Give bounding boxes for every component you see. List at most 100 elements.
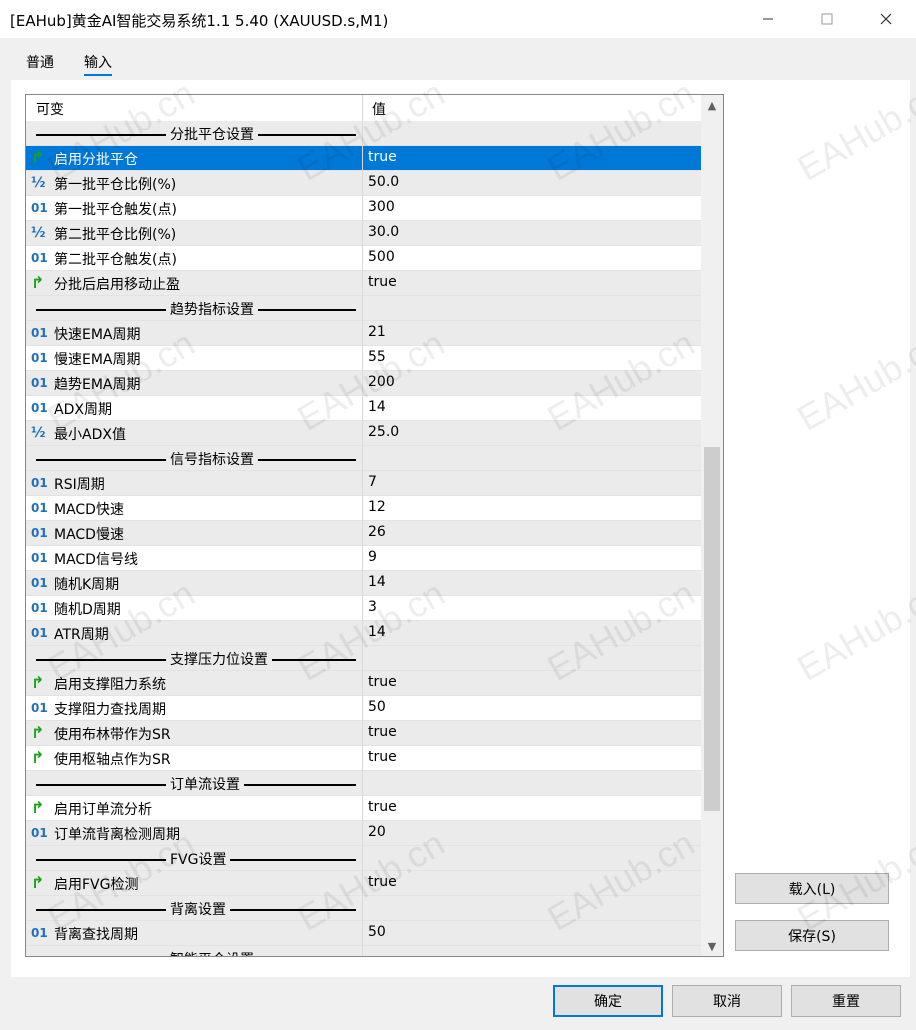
param-value[interactable]: 14 [368, 574, 386, 590]
section-row[interactable]: 支撑压力位设置... [26, 646, 701, 671]
ok-button[interactable]: 确定 [553, 985, 663, 1017]
param-row[interactable]: 01 MACD快速 12 [26, 496, 701, 521]
save-button[interactable]: 保存(S) [735, 920, 889, 951]
param-row[interactable]: 01 RSI周期 7 [26, 471, 701, 496]
tab-general[interactable]: 普通 [26, 52, 54, 72]
close-button[interactable] [856, 0, 916, 38]
minimize-button[interactable] [738, 0, 798, 38]
param-row[interactable]: ↱ 使用布林带作为SR true [26, 721, 701, 746]
scrollbar-thumb[interactable] [704, 447, 720, 811]
param-row[interactable]: ↱ 启用FVG检测 true [26, 871, 701, 896]
param-name: 启用支撑阻力系统 [54, 677, 166, 693]
param-row[interactable]: 01 订单流背离检测周期 20 [26, 821, 701, 846]
inputs-grid: 可变 值 分批平仓设置... ↱ 启用分批平仓 true ½ 第一批平仓比例(%) 50.0… [25, 94, 724, 957]
param-value[interactable]: 50 [368, 924, 386, 940]
header-value[interactable]: 值 [372, 99, 386, 119]
section-row[interactable]: 订单流设置... [26, 771, 701, 796]
param-value[interactable]: true [368, 724, 397, 740]
header-variable[interactable]: 可变 [36, 99, 64, 119]
param-value[interactable]: 14 [368, 624, 386, 640]
section-row[interactable]: 信号指标设置... [26, 446, 701, 471]
param-row[interactable]: ↱ 启用订单流分析 true [26, 796, 701, 821]
param-value[interactable]: 55 [368, 349, 386, 365]
param-row[interactable]: 01 第二批平仓触发(点) 500 [26, 246, 701, 271]
scroll-down-button[interactable]: ▼ [701, 936, 723, 956]
param-value[interactable]: 25.0 [368, 424, 399, 440]
section-row[interactable]: 分批平仓设置... [26, 121, 701, 146]
param-value[interactable]: 500 [368, 249, 395, 265]
section-row[interactable]: FVG设置... [26, 846, 701, 871]
param-row[interactable]: ↱ 启用分批平仓 true [26, 146, 701, 171]
param-value[interactable]: 200 [368, 374, 395, 390]
section-row[interactable]: 背离设置... [26, 896, 701, 921]
bool-type-icon: ↱ [31, 673, 45, 692]
vertical-scrollbar[interactable]: ▲ ▼ [701, 95, 723, 956]
section-label: 背离设置... [32, 899, 356, 919]
int-type-icon: 01 [31, 251, 48, 265]
param-value[interactable]: 50 [368, 699, 386, 715]
param-row[interactable]: 01 MACD慢速 26 [26, 521, 701, 546]
param-row[interactable]: ½ 第二批平仓比例(%) 30.0 [26, 221, 701, 246]
param-value[interactable]: true [368, 149, 397, 165]
param-row[interactable]: 01 ADX周期 14 [26, 396, 701, 421]
int-type-icon: 01 [31, 201, 48, 215]
scroll-up-button[interactable]: ▲ [701, 95, 723, 115]
int-type-icon: 01 [31, 701, 48, 715]
param-name: MACD慢速 [54, 527, 124, 543]
param-row[interactable]: 01 随机K周期 14 [26, 571, 701, 596]
param-row[interactable]: 01 快速EMA周期 21 [26, 321, 701, 346]
param-value[interactable]: 3 [368, 599, 377, 615]
section-rule [36, 659, 166, 661]
param-row[interactable]: ↱ 启用支撑阻力系统 true [26, 671, 701, 696]
tab-inputs[interactable]: 输入 [84, 52, 112, 76]
param-value[interactable]: true [368, 749, 397, 765]
title-bar: [EAHub]黄金AI智能交易系统1.1 5.40 (XAUUSD.s,M1) [0, 0, 916, 38]
param-value[interactable]: 20 [368, 824, 386, 840]
param-row[interactable]: ½ 第一批平仓比例(%) 50.0 [26, 171, 701, 196]
param-row[interactable]: 01 随机D周期 3 [26, 596, 701, 621]
int-type-icon: 01 [31, 401, 48, 415]
param-name: 最小ADX值 [54, 427, 126, 443]
param-row[interactable]: 01 MACD信号线 9 [26, 546, 701, 571]
param-value[interactable]: 7 [368, 474, 377, 490]
int-type-icon: 01 [31, 476, 48, 490]
param-value[interactable]: true [368, 274, 397, 290]
section-row[interactable]: 智能平仓设置... [26, 946, 701, 956]
param-value[interactable]: 12 [368, 499, 386, 515]
param-value[interactable]: true [368, 674, 397, 690]
param-row[interactable]: ↱ 使用枢轴点作为SR true [26, 746, 701, 771]
bool-type-icon: ↱ [31, 748, 45, 767]
column-separator[interactable] [362, 95, 363, 956]
param-value[interactable]: 21 [368, 324, 386, 340]
param-name: 第二批平仓比例(%) [54, 227, 177, 243]
section-label: FVG设置... [32, 849, 356, 869]
param-row[interactable]: 01 支撑阻力查找周期 50 [26, 696, 701, 721]
int-type-icon: 01 [31, 601, 48, 615]
param-value[interactable]: 300 [368, 199, 395, 215]
param-row[interactable]: 01 趋势EMA周期 200 [26, 371, 701, 396]
param-row[interactable]: ↱ 分批后启用移动止盈 true [26, 271, 701, 296]
load-button[interactable]: 载入(L) [735, 873, 889, 904]
param-row[interactable]: 01 慢速EMA周期 55 [26, 346, 701, 371]
window-title: [EAHub]黄金AI智能交易系统1.1 5.40 (XAUUSD.s,M1) [10, 12, 389, 30]
param-value[interactable]: true [368, 799, 397, 815]
close-icon [880, 13, 892, 25]
param-value[interactable]: 26 [368, 524, 386, 540]
param-row[interactable]: 01 第一批平仓触发(点) 300 [26, 196, 701, 221]
section-row[interactable]: 趋势指标设置... [26, 296, 701, 321]
maximize-button[interactable] [797, 0, 857, 38]
reset-button[interactable]: 重置 [791, 985, 901, 1017]
param-value[interactable]: 50.0 [368, 174, 399, 190]
param-value[interactable]: 14 [368, 399, 386, 415]
param-row[interactable]: 01 背离查找周期 50 [26, 921, 701, 946]
section-rule [36, 134, 166, 136]
section-rule [36, 459, 166, 461]
param-name: 使用布林带作为SR [54, 727, 171, 743]
cancel-button[interactable]: 取消 [672, 985, 782, 1017]
param-row[interactable]: ½ 最小ADX值 25.0 [26, 421, 701, 446]
param-row[interactable]: 01 ATR周期 14 [26, 621, 701, 646]
param-name: 慢速EMA周期 [54, 352, 141, 368]
param-value[interactable]: true [368, 874, 397, 890]
param-value[interactable]: 30.0 [368, 224, 399, 240]
param-value[interactable]: 9 [368, 549, 377, 565]
